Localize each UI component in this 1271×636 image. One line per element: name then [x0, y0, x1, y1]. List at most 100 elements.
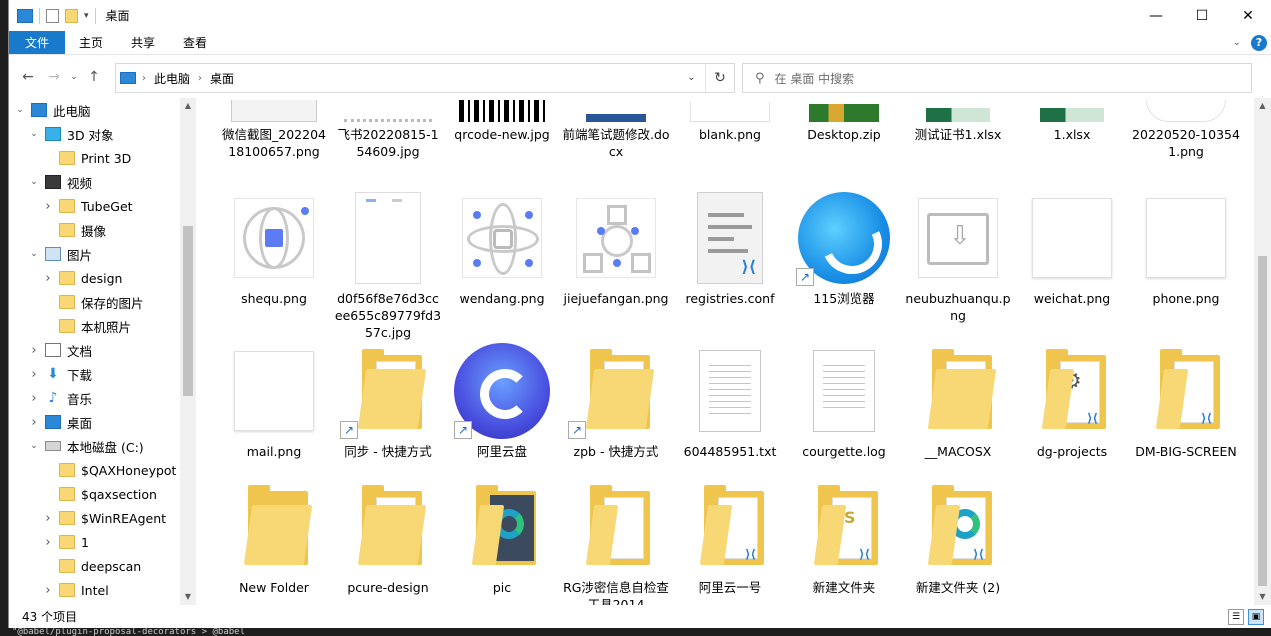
address-dropdown-button[interactable]: ⌄	[678, 64, 706, 92]
file-item[interactable]: ⇩ neubuzhuanqu.png	[902, 190, 1014, 324]
file-item[interactable]: RG涉密信息自检查工具2014	[560, 479, 672, 605]
nav-item[interactable]: $QAXHoneypot	[9, 458, 196, 482]
file-item[interactable]: ↗ zpb - 快捷方式	[560, 343, 672, 460]
nav-item[interactable]: › ♪ 音乐	[9, 386, 196, 410]
large-icons-view-icon[interactable]: ▣	[1248, 608, 1264, 625]
chevron-right-icon[interactable]: ›	[41, 511, 55, 526]
details-view-icon[interactable]: ☰	[1228, 608, 1244, 625]
nav-item[interactable]: ⌄ 3D 对象	[9, 122, 196, 146]
nav-item[interactable]: 本机照片	[9, 314, 196, 338]
nav-item[interactable]: ⌄ 图片	[9, 242, 196, 266]
nav-item[interactable]: 摄像	[9, 218, 196, 242]
search-box[interactable]: ⚲ 在 桌面 中搜索	[742, 63, 1252, 93]
chevron-down-icon[interactable]: ⌄	[27, 441, 41, 451]
file-item[interactable]: blank.png	[674, 98, 786, 143]
nav-item[interactable]: › TubeGet	[9, 194, 196, 218]
tab-view[interactable]: 查看	[169, 31, 221, 54]
file-item[interactable]: ↗ 115浏览器	[788, 190, 900, 307]
file-item[interactable]: ↗ 同步 - 快捷方式	[332, 343, 444, 460]
nav-item[interactable]: › ⬇ 下载	[9, 362, 196, 386]
file-item[interactable]: ⚙ ⟩⟨ dg-projects	[1016, 343, 1128, 460]
nav-item[interactable]: 保存的图片	[9, 290, 196, 314]
chevron-down-icon[interactable]: ⌄	[27, 129, 41, 139]
properties-icon[interactable]	[46, 8, 59, 23]
file-item[interactable]: wendang.png	[446, 190, 558, 307]
back-button[interactable]: ←	[15, 64, 41, 90]
file-item[interactable]: courgette.log	[788, 343, 900, 460]
nav-item[interactable]: › 1	[9, 530, 196, 554]
file-item[interactable]: 飞书20220815-154609.jpg	[332, 98, 444, 160]
file-item[interactable]: ⟩⟨ 阿里云一号	[674, 479, 786, 596]
recent-locations-button[interactable]: ⌄	[67, 64, 81, 90]
file-item[interactable]: mail.png	[218, 343, 330, 460]
file-item[interactable]: shequ.png	[218, 190, 330, 307]
nav-item[interactable]: › design	[9, 266, 196, 290]
new-folder-icon[interactable]	[65, 8, 78, 23]
nav-item[interactable]: Print 3D	[9, 146, 196, 170]
breadcrumb-desktop[interactable]: 桌面	[210, 70, 234, 87]
maximize-button[interactable]: ☐	[1179, 0, 1225, 31]
file-item[interactable]: d0f56f8e76d3ccee655c89779fd357c.jpg	[332, 190, 444, 341]
file-item[interactable]: 测试证书1.xlsx	[902, 98, 1014, 143]
file-item[interactable]: pic	[446, 479, 558, 596]
file-item[interactable]: phone.png	[1130, 190, 1242, 307]
chevron-right-icon[interactable]: ›	[27, 391, 41, 406]
file-item[interactable]: 20220520-103541.png	[1130, 98, 1242, 160]
tab-share[interactable]: 共享	[117, 31, 169, 54]
file-item[interactable]: 微信截图_20220418100657.png	[218, 98, 330, 160]
file-item[interactable]: 1.xlsx	[1016, 98, 1128, 143]
scroll-down-arrow-icon[interactable]: ▼	[180, 589, 196, 605]
scrollbar-thumb[interactable]	[183, 226, 193, 396]
tab-file[interactable]: 文件	[9, 31, 65, 54]
breadcrumb-this-pc[interactable]: 此电脑	[154, 70, 190, 87]
chevron-right-icon[interactable]: ›	[41, 535, 55, 550]
nav-item[interactable]: deepscan	[9, 554, 196, 578]
file-item[interactable]: ⟩⟨ DM-BIG-SCREEN	[1130, 343, 1242, 460]
address-bar[interactable]: › 此电脑 › 桌面 ⌄ ↻	[115, 63, 735, 93]
file-item[interactable]: ⟩⟨ registries.conf	[674, 190, 786, 307]
nav-item[interactable]: › 桌面	[9, 410, 196, 434]
file-item[interactable]: pcure-design	[332, 479, 444, 596]
file-item[interactable]: 604485951.txt	[674, 343, 786, 460]
scrollbar-thumb[interactable]	[1258, 256, 1267, 586]
chevron-right-icon[interactable]: ›	[142, 73, 146, 84]
nav-item[interactable]: ⌄ 本地磁盘 (C:)	[9, 434, 196, 458]
nav-item[interactable]: $qaxsection	[9, 482, 196, 506]
nav-item[interactable]: ⌄ 视频	[9, 170, 196, 194]
file-item[interactable]: ↗ 阿里云盘	[446, 343, 558, 460]
minimize-button[interactable]: —	[1133, 0, 1179, 31]
chevron-right-icon[interactable]: ›	[198, 73, 202, 84]
file-item[interactable]: jiejuefangan.png	[560, 190, 672, 307]
chevron-down-icon[interactable]: ⌄	[13, 105, 27, 115]
file-item[interactable]: ⟩⟨ 新建文件夹 (2)	[902, 479, 1014, 596]
customize-toolbar-icon[interactable]: ▾	[84, 11, 89, 21]
content-scrollbar[interactable]: ▲ ▼	[1254, 98, 1271, 605]
nav-item[interactable]: › $WinREAgent	[9, 506, 196, 530]
nav-item[interactable]: › Intel	[9, 578, 196, 602]
navigation-pane-scrollbar[interactable]: ▲ ▼	[180, 98, 196, 605]
chevron-right-icon[interactable]: ›	[41, 271, 55, 286]
refresh-button[interactable]: ↻	[706, 70, 734, 86]
file-item[interactable]: JS ⟩⟨ 新建文件夹	[788, 479, 900, 596]
chevron-right-icon[interactable]: ›	[41, 583, 55, 598]
file-item[interactable]: weichat.png	[1016, 190, 1128, 307]
close-button[interactable]: ✕	[1225, 0, 1271, 31]
file-item[interactable]: New Folder	[218, 479, 330, 596]
forward-button[interactable]: →	[41, 64, 67, 90]
chevron-right-icon[interactable]: ›	[27, 367, 41, 382]
scroll-down-arrow-icon[interactable]: ▼	[1254, 589, 1271, 605]
file-item[interactable]: qrcode-new.jpg	[446, 98, 558, 143]
expand-ribbon-icon[interactable]: ⌄	[1233, 37, 1241, 48]
nav-item[interactable]: ⌄ 此电脑	[9, 98, 196, 122]
file-item[interactable]: Desktop.zip	[788, 98, 900, 143]
tab-home[interactable]: 主页	[65, 31, 117, 54]
file-item[interactable]: __MACOSX	[902, 343, 1014, 460]
scroll-up-arrow-icon[interactable]: ▲	[1254, 98, 1271, 114]
chevron-right-icon[interactable]: ›	[41, 199, 55, 214]
chevron-down-icon[interactable]: ⌄	[27, 249, 41, 259]
chevron-right-icon[interactable]: ›	[27, 415, 41, 430]
file-item[interactable]: 前端笔试题修改.docx	[560, 98, 672, 160]
scroll-up-arrow-icon[interactable]: ▲	[180, 98, 196, 114]
chevron-right-icon[interactable]: ›	[27, 343, 41, 358]
help-icon[interactable]: ?	[1251, 34, 1267, 51]
